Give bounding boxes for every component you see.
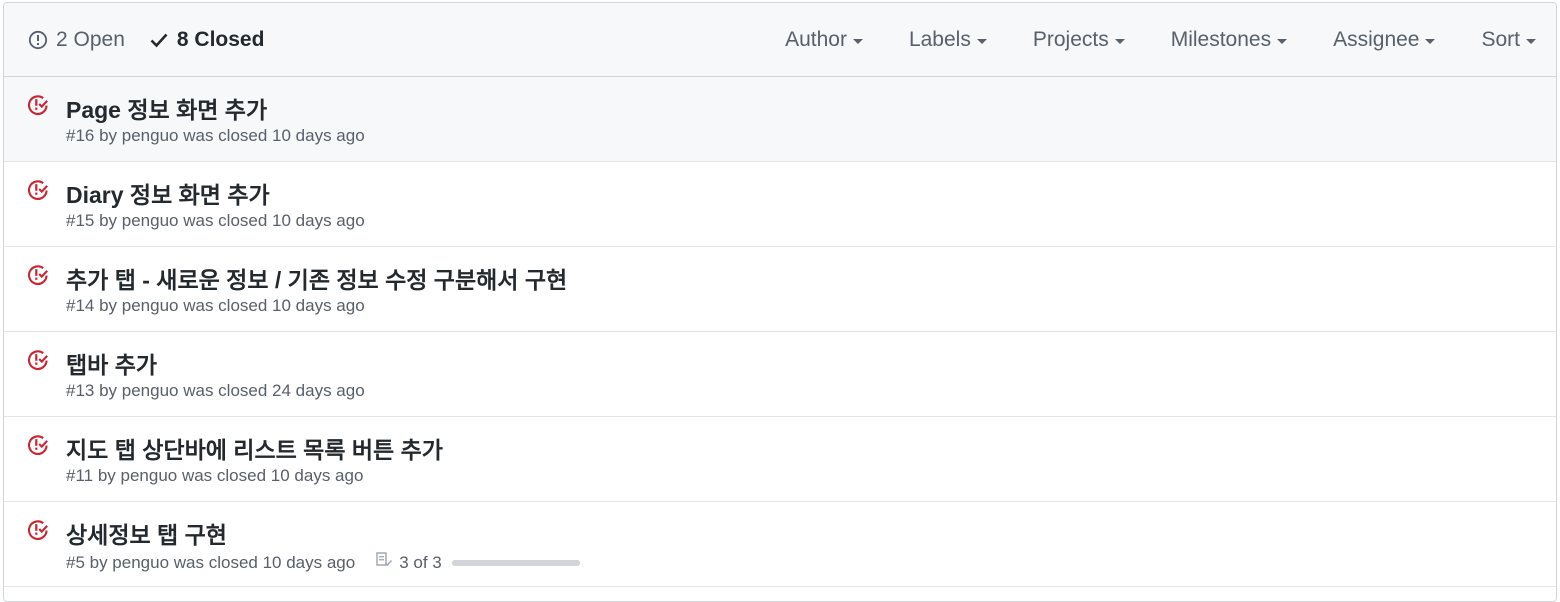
issue-title-link[interactable]: 지도 탭 상단바에 리스트 목록 버튼 추가 (66, 431, 443, 465)
issue-meta-text: #15 by penguo was closed 10 days ago (66, 211, 365, 230)
issue-meta-text: #11 by penguo was closed 10 days ago (66, 466, 364, 485)
issue-title-link[interactable]: Page 정보 화면 추가 (66, 91, 267, 125)
state-toggle: 2 Open 8 Closed (28, 28, 785, 52)
open-issues-link[interactable]: 2 Open (28, 28, 125, 52)
labels-filter-label: Labels (908, 27, 971, 51)
caret-down-icon (1526, 38, 1536, 44)
issue-meta: #5 by penguo was closed 10 days ago 3 of… (66, 551, 580, 574)
assignee-filter-label: Assignee (1333, 27, 1420, 51)
issue-row[interactable]: 추가 탭 - 새로운 정보 / 기존 정보 수정 구분해서 구현 #14 by … (4, 247, 1556, 332)
issue-row[interactable]: Page 정보 화면 추가 #16 by penguo was closed 1… (4, 77, 1556, 162)
author-filter[interactable]: Author (785, 28, 863, 52)
issue-meta-text: #16 by penguo was closed 10 days ago (66, 126, 365, 145)
issues-list-header: 2 Open 8 Closed Author Labels Projects M… (4, 3, 1556, 77)
issue-meta: #13 by penguo was closed 24 days ago (66, 381, 365, 401)
checklist-icon (375, 551, 393, 574)
caret-down-icon (1114, 38, 1125, 44)
task-progress: 3 of 3 (375, 551, 580, 574)
issue-title-link[interactable]: Diary 정보 화면 추가 (66, 176, 270, 210)
issue-meta: #15 by penguo was closed 10 days ago (66, 211, 365, 231)
projects-filter[interactable]: Projects (1033, 28, 1125, 52)
caret-down-icon (1277, 38, 1288, 44)
progress-bar (451, 559, 580, 566)
issue-row[interactable]: Diary 정보 화면 추가 #15 by penguo was closed … (4, 162, 1556, 247)
filter-bar: Author Labels Projects Milestones Assign… (785, 28, 1536, 52)
milestones-filter[interactable]: Milestones (1170, 27, 1288, 52)
issue-closed-icon (26, 433, 50, 457)
issue-closed-icon (26, 263, 50, 287)
issue-title-link[interactable]: 추가 탭 - 새로운 정보 / 기존 정보 수정 구분해서 구현 (66, 261, 567, 295)
issue-row[interactable]: 탭바 추가 #13 by penguo was closed 24 days a… (4, 332, 1556, 417)
issue-closed-icon (26, 348, 50, 372)
open-issues-label: 2 Open (56, 27, 125, 51)
issue-meta: #14 by penguo was closed 10 days ago (66, 296, 365, 316)
issue-meta-text: #13 by penguo was closed 24 days ago (66, 381, 365, 400)
issue-meta-text: #5 by penguo was closed 10 days ago (66, 552, 356, 572)
assignee-filter[interactable]: Assignee (1333, 27, 1436, 52)
author-filter-label: Author (785, 27, 847, 51)
caret-down-icon (1425, 38, 1436, 44)
caret-down-icon (976, 38, 987, 44)
issue-meta-text: #14 by penguo was closed 10 days ago (66, 296, 365, 315)
closed-issues-label: 8 Closed (176, 27, 265, 51)
issue-meta: #11 by penguo was closed 10 days ago (66, 466, 363, 486)
sort-filter[interactable]: Sort (1481, 28, 1536, 52)
closed-issues-link[interactable]: 8 Closed (149, 27, 265, 52)
issue-row[interactable]: 상세정보 탭 구현 #5 by penguo was closed 10 day… (4, 502, 1556, 587)
issue-title-link[interactable]: 상세정보 탭 구현 (66, 516, 227, 550)
issue-row[interactable]: 지도 탭 상단바에 리스트 목록 버튼 추가 #11 by penguo was… (4, 417, 1556, 502)
labels-filter[interactable]: Labels (909, 28, 987, 52)
sort-filter-label: Sort (1481, 27, 1520, 51)
issue-closed-icon (26, 178, 50, 202)
issue-closed-icon (26, 93, 50, 117)
issue-opened-icon (28, 30, 48, 50)
progress-fill (451, 559, 580, 566)
issue-closed-icon (26, 518, 50, 542)
issue-title-link[interactable]: 탭바 추가 (66, 346, 157, 380)
task-count: 3 of 3 (399, 552, 442, 572)
milestones-filter-label: Milestones (1170, 27, 1272, 51)
issues-list-box: 2 Open 8 Closed Author Labels Projects M… (3, 2, 1557, 602)
check-icon (149, 30, 169, 50)
caret-down-icon (852, 38, 863, 44)
projects-filter-label: Projects (1032, 27, 1109, 51)
issue-meta: #16 by penguo was closed 10 days ago (66, 126, 365, 146)
